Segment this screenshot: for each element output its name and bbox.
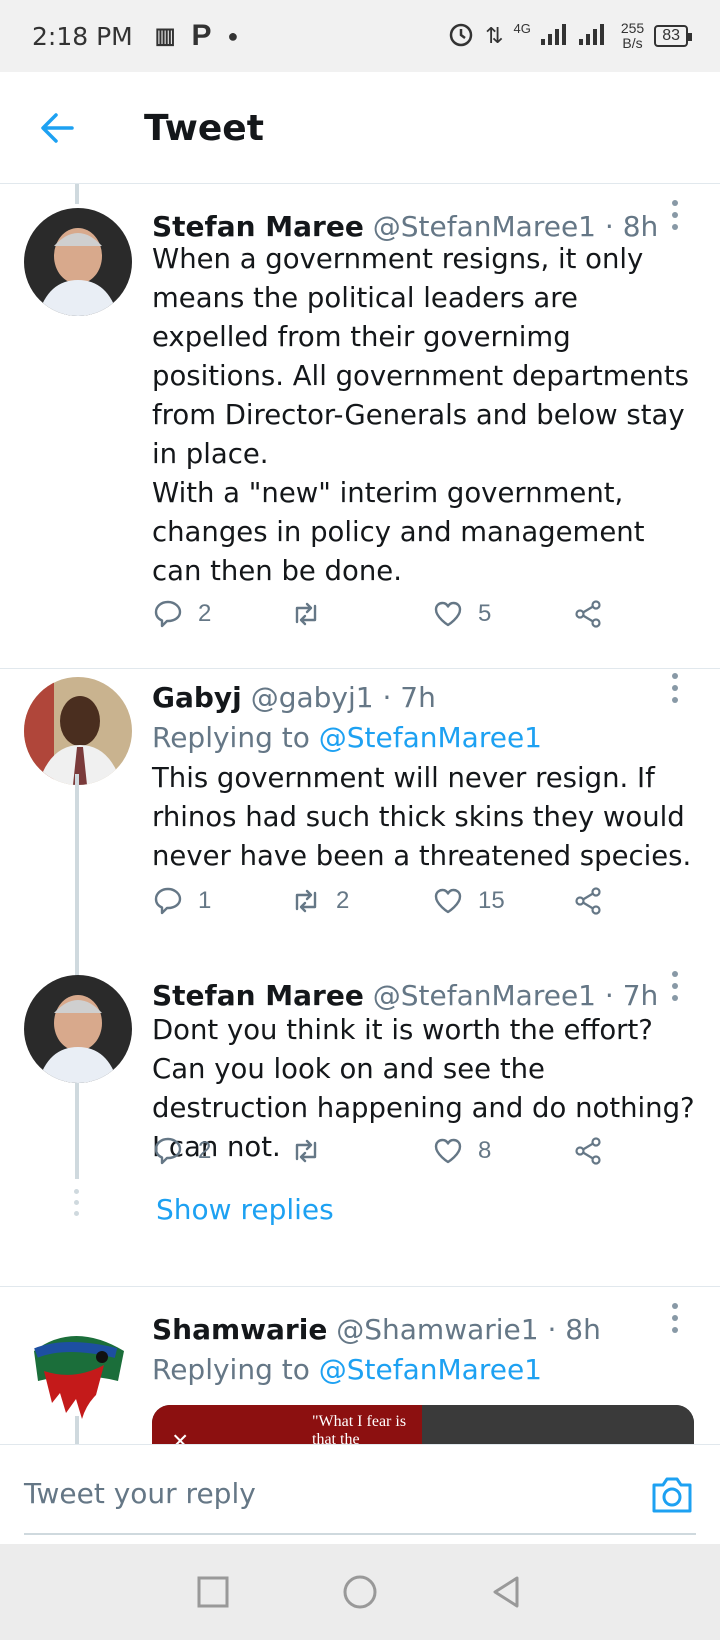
tweet[interactable]: Stefan Maree @StefanMaree1 · 7h Dont you… (0, 955, 720, 1255)
more-options-icon[interactable] (672, 673, 680, 709)
tweet-media[interactable]: × "What I fear is that the (152, 1405, 694, 1444)
sim-icon: ▥ (154, 23, 176, 48)
tweet-text: When a government resigns, it only means… (152, 243, 689, 587)
data-arrows-icon: ⇅ (485, 23, 504, 48)
heart-icon (434, 888, 462, 914)
user-handle[interactable]: @StefanMaree1 (373, 210, 596, 243)
tweet-time: · 7h (604, 979, 659, 1012)
home-icon[interactable] (340, 1572, 380, 1612)
display-name[interactable]: Gabyj (152, 681, 242, 714)
battery-icon: 83 (654, 25, 692, 47)
retweet-icon (295, 889, 317, 913)
tweet-thread: Stefan Maree @StefanMaree1 · 8h When a g… (0, 184, 720, 1444)
reply-icon (154, 1137, 182, 1165)
retweet-button[interactable]: 2 (290, 885, 432, 917)
page-title: Tweet (144, 108, 264, 149)
reply-to-link[interactable]: @StefanMaree1 (319, 721, 542, 754)
network-type: 4G (513, 20, 531, 36)
user-handle[interactable]: @StefanMaree1 (373, 979, 596, 1012)
share-icon (575, 1137, 601, 1165)
replying-to: Replying to @StefanMaree1 (152, 1353, 542, 1386)
reply-button[interactable]: 2 (152, 598, 290, 630)
thread-dots (74, 1189, 80, 1222)
reply-composer: Tweet your reply (0, 1444, 720, 1544)
reply-input[interactable]: Tweet your reply (24, 1477, 256, 1510)
retweet-button[interactable] (290, 1135, 432, 1167)
signal-icon (540, 23, 611, 50)
display-name[interactable]: Shamwarie (152, 1313, 327, 1346)
tweet[interactable]: Gabyj @gabyj1 · 7h Replying to @StefanMa… (0, 669, 720, 955)
retweet-icon (295, 1139, 317, 1163)
share-icon (575, 600, 601, 628)
reply-icon (154, 600, 182, 628)
tweet-text: This government will never resign. If rh… (152, 762, 692, 872)
avatar[interactable] (24, 1311, 132, 1419)
reply-icon (154, 887, 182, 915)
avatar[interactable] (24, 975, 132, 1083)
net-speed: 255 B/s (620, 20, 645, 51)
display-name[interactable]: Stefan Maree (152, 210, 364, 243)
status-time: 2:18 PM (32, 21, 133, 51)
user-handle[interactable]: @Shamwarie1 (336, 1313, 538, 1346)
thread-line (75, 774, 79, 980)
like-button[interactable]: 5 (432, 598, 572, 630)
heart-icon (434, 1138, 462, 1164)
back-icon[interactable] (487, 1572, 527, 1612)
reply-count: 1 (198, 887, 212, 914)
reply-count: 2 (198, 1137, 212, 1164)
dot-icon: ● (227, 25, 239, 46)
status-bar: 2:18 PM ▥ P ● ⇅ 4G 255 B/s 83 (0, 0, 720, 72)
reply-button[interactable]: 2 (152, 1135, 290, 1167)
thread-line (75, 1083, 79, 1179)
reply-count: 2 (198, 600, 212, 627)
camera-icon[interactable] (650, 1475, 694, 1515)
like-count: 15 (478, 887, 505, 914)
system-nav-bar (0, 1544, 720, 1640)
avatar[interactable] (24, 677, 132, 785)
tweet[interactable]: Shamwarie @Shamwarie1 · 8h Replying to @… (0, 1287, 720, 1444)
media-caption: "What I fear is that the (312, 1413, 407, 1444)
tweet-time: · 8h (604, 210, 659, 243)
reply-button[interactable]: 1 (152, 885, 290, 917)
input-underline (24, 1533, 696, 1535)
share-button[interactable] (572, 885, 604, 917)
retweet-count: 2 (336, 887, 350, 914)
heart-icon (434, 601, 462, 627)
like-count: 8 (478, 1137, 492, 1164)
parking-icon: P (191, 19, 212, 52)
like-button[interactable]: 15 (432, 885, 572, 917)
close-icon[interactable]: × (172, 1425, 188, 1444)
tweet-time: · 7h (382, 681, 436, 714)
more-options-icon[interactable] (672, 971, 680, 1007)
like-count: 5 (478, 600, 492, 627)
replying-to: Replying to @StefanMaree1 (152, 721, 542, 754)
avatar[interactable] (24, 208, 132, 316)
more-options-icon[interactable] (672, 1303, 680, 1339)
share-button[interactable] (572, 598, 604, 630)
share-button[interactable] (572, 1135, 604, 1167)
tweet-actions: 2 8 (152, 1131, 622, 1171)
share-icon (575, 887, 601, 915)
recent-apps-icon[interactable] (193, 1572, 233, 1612)
tweet[interactable]: Stefan Maree @StefanMaree1 · 8h When a g… (0, 184, 720, 668)
display-name[interactable]: Stefan Maree (152, 979, 364, 1012)
back-arrow-icon[interactable] (38, 108, 78, 148)
thread-line (75, 1416, 79, 1444)
user-handle[interactable]: @gabyj1 (251, 681, 374, 714)
tweet-time: · 8h (547, 1313, 601, 1346)
retweet-button[interactable] (290, 598, 432, 630)
like-button[interactable]: 8 (432, 1135, 572, 1167)
top-app-bar: Tweet (0, 72, 720, 184)
tweet-actions: 2 5 (152, 594, 622, 634)
show-replies-link[interactable]: Show replies (156, 1193, 334, 1226)
tweet-actions: 1 2 15 (152, 881, 622, 921)
alarm-icon (447, 20, 475, 53)
retweet-icon (295, 602, 317, 626)
more-options-icon[interactable] (672, 200, 680, 236)
reply-to-link[interactable]: @StefanMaree1 (319, 1353, 542, 1386)
